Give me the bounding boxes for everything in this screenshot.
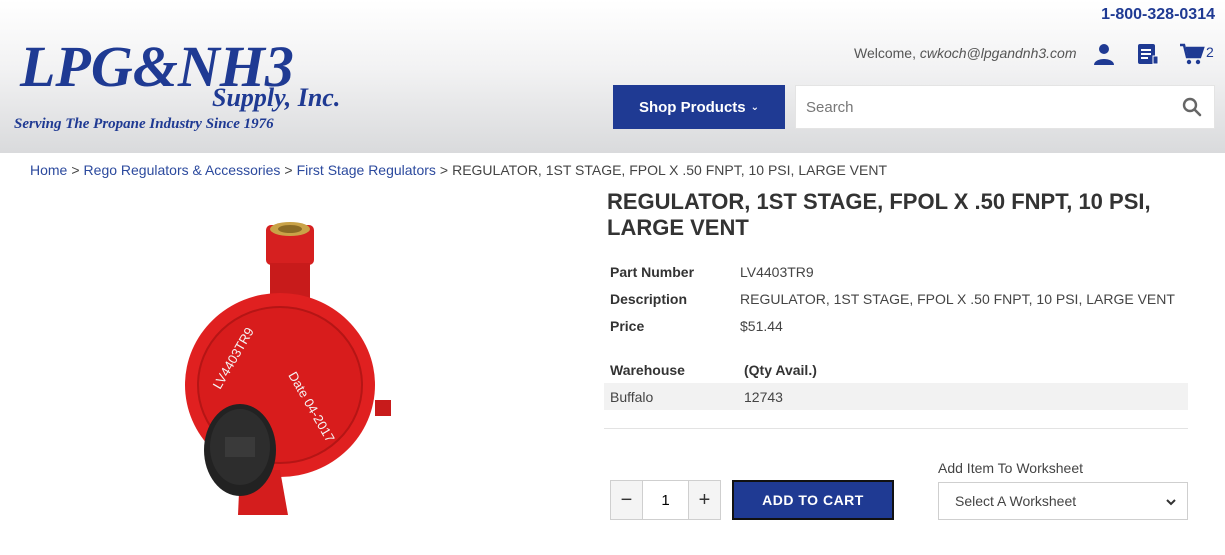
search-bar bbox=[795, 85, 1215, 129]
table-row: Buffalo 12743 bbox=[604, 383, 1188, 410]
price-value: $51.44 bbox=[740, 317, 783, 334]
add-to-cart-button[interactable]: ADD TO CART bbox=[732, 480, 894, 520]
user-email: cwkoch@lpgandnh3.com bbox=[919, 45, 1077, 61]
phone-number[interactable]: 1-800-328-0314 bbox=[1101, 6, 1215, 24]
welcome-prefix: Welcome, bbox=[854, 45, 916, 61]
breadcrumb-separator: > bbox=[284, 162, 293, 178]
svg-text:Supply, Inc.: Supply, Inc. bbox=[212, 83, 340, 112]
detail-label: Part Number bbox=[610, 263, 695, 280]
company-logo[interactable]: LPG&NH3 Supply, Inc. Serving The Propane… bbox=[12, 28, 382, 133]
qty-available: 12743 bbox=[738, 383, 1188, 410]
warehouse-header-row: Warehouse (Qty Avail.) bbox=[604, 356, 1188, 383]
part-number-value: LV4403TR9 bbox=[740, 263, 814, 280]
breadcrumb-first-stage-regulators[interactable]: First Stage Regulators bbox=[297, 162, 436, 178]
warehouse-table: Warehouse (Qty Avail.) Buffalo 12743 bbox=[604, 356, 1188, 410]
shop-products-label: Shop Products bbox=[638, 98, 746, 116]
product-details-table: Part Number LV4403TR9 Description REGULA… bbox=[604, 258, 1181, 339]
qty-available-header: (Qty Avail.) bbox=[744, 361, 817, 378]
product-image: LV4403TR9 Date 04-2017 bbox=[185, 222, 391, 515]
breadcrumb-rego-regulators[interactable]: Rego Regulators & Accessories bbox=[84, 162, 281, 178]
user-account-icon[interactable] bbox=[1092, 42, 1116, 66]
worksheet-select[interactable]: Select A Worksheet bbox=[938, 482, 1188, 520]
chevron-down-icon: ⌄ bbox=[750, 101, 760, 113]
welcome-message: Welcome, cwkoch@lpgandnh3.com bbox=[854, 45, 1077, 61]
worksheet-label: Add Item To Worksheet bbox=[938, 460, 1083, 476]
quantity-input[interactable] bbox=[642, 481, 689, 519]
site-header: LPG&NH3 Supply, Inc. Serving The Propane… bbox=[0, 0, 1225, 153]
breadcrumb-home[interactable]: Home bbox=[30, 162, 67, 178]
order-list-icon[interactable] bbox=[1136, 42, 1160, 66]
detail-row-price: Price $51.44 bbox=[604, 312, 1181, 339]
warehouse-header: Warehouse bbox=[610, 361, 685, 378]
search-input[interactable] bbox=[796, 86, 1156, 128]
worksheet-select-value: Select A Worksheet bbox=[955, 493, 1077, 509]
detail-row-part-number: Part Number LV4403TR9 bbox=[604, 258, 1181, 285]
detail-label: Price bbox=[610, 317, 645, 334]
quantity-stepper: − + bbox=[610, 480, 721, 520]
breadcrumb: Home > Rego Regulators & Accessories > First… bbox=[30, 162, 887, 178]
breadcrumb-separator: > bbox=[71, 162, 80, 178]
product-title: REGULATOR, 1ST STAGE, FPOL X .50 FNPT, 1… bbox=[607, 189, 1151, 240]
breadcrumb-current: REGULATOR, 1ST STAGE, FPOL X .50 FNPT, 1… bbox=[452, 162, 888, 178]
chevron-down-icon bbox=[1166, 499, 1176, 506]
description-value: REGULATOR, 1ST STAGE, FPOL X .50 FNPT, 1… bbox=[740, 290, 1175, 307]
decrement-button[interactable]: − bbox=[611, 481, 642, 519]
svg-text:Serving The Propane Industry S: Serving The Propane Industry Since 1976 bbox=[14, 116, 274, 132]
detail-row-description: Description REGULATOR, 1ST STAGE, FPOL X… bbox=[604, 285, 1181, 312]
shop-products-button[interactable]: Shop Products ⌄ bbox=[613, 85, 785, 129]
cart-count-badge[interactable]: 2 bbox=[1206, 44, 1214, 60]
warehouse-name: Buffalo bbox=[604, 383, 738, 410]
breadcrumb-separator: > bbox=[439, 162, 449, 178]
divider bbox=[604, 428, 1188, 429]
search-icon[interactable] bbox=[1182, 97, 1202, 117]
shopping-cart-icon[interactable] bbox=[1179, 42, 1205, 66]
increment-button[interactable]: + bbox=[689, 481, 720, 519]
detail-label: Description bbox=[610, 290, 688, 307]
